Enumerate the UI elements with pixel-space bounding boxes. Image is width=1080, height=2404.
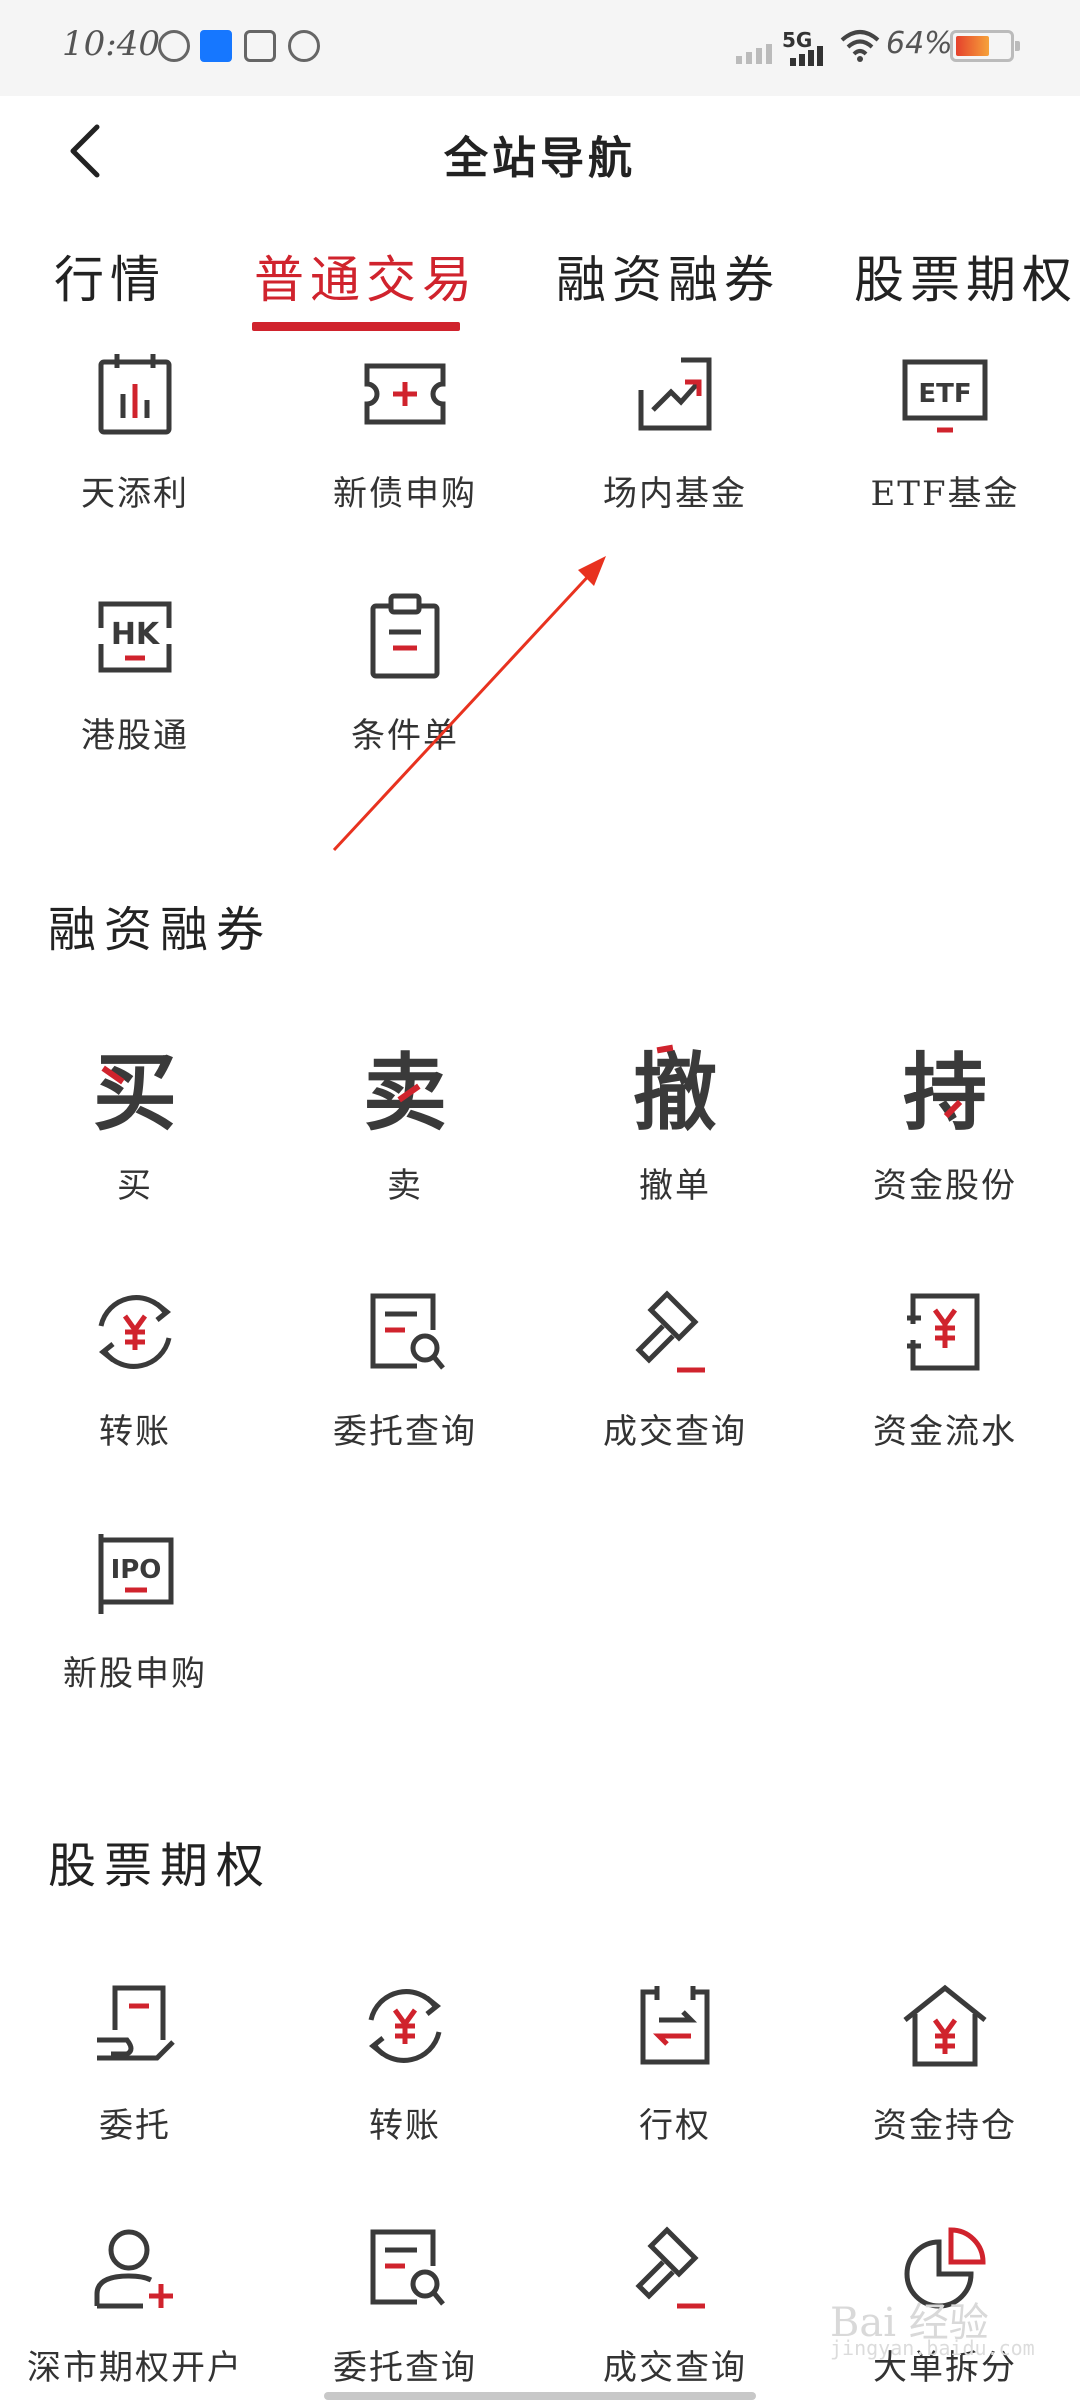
grid-item-label: 场内基金 — [603, 474, 747, 514]
tab-market[interactable]: 行情 — [54, 240, 166, 312]
exchange-doc-icon — [640, 1986, 710, 2065]
hand-doc-icon — [97, 1985, 175, 2061]
battery-icon — [950, 30, 1020, 62]
grid-item-buy[interactable]: 买 买 — [0, 1038, 270, 1207]
page-title: 全站导航 — [444, 133, 636, 184]
grid-item-label: 资金持仓 — [873, 2106, 1017, 2146]
grid-item-options-order-query[interactable]: 委托查询 — [270, 2220, 540, 2389]
grid-item-exchange-fund[interactable]: 场内基金 — [540, 346, 810, 515]
wifi-icon — [840, 30, 880, 62]
grid-item-label: 委托查询 — [333, 2348, 477, 2388]
battery-percent: 64% — [886, 26, 953, 61]
grid-item-label: 买 — [117, 1166, 153, 1206]
tab-bar: 行情 普通交易 融资融券 股票期权 — [0, 230, 1080, 334]
grid-item-sell[interactable]: 卖 卖 — [270, 1038, 540, 1207]
status-time: 10:40 — [62, 24, 160, 64]
grid-item-label: 委托查询 — [333, 1412, 477, 1452]
grid-item-label: ETF基金 — [870, 474, 1020, 514]
grid-item-sz-options-account[interactable]: 深市期权开户 — [0, 2220, 270, 2389]
svg-text:HK: HK — [111, 617, 161, 652]
grid-item-label: 撤单 — [639, 1166, 711, 1206]
active-tab-indicator — [252, 322, 460, 331]
watermark-sub: jingyan.baidu.com — [830, 2336, 1035, 2360]
grid-item-cancel-order[interactable]: 撤 撤单 — [540, 1038, 810, 1207]
svg-text:IPO: IPO — [111, 1555, 162, 1585]
grid-item-new-bond[interactable]: 新债申购 — [270, 346, 540, 515]
svg-text:ETF: ETF — [918, 379, 971, 409]
user-add-icon — [94, 2229, 173, 2309]
gavel-icon — [635, 2226, 705, 2309]
clipboard-icon — [370, 593, 440, 679]
play-icon — [244, 30, 276, 62]
calendar-chart-icon — [98, 354, 172, 435]
grid-item-tiantianli[interactable]: 天添利 — [0, 346, 270, 515]
grid-item-label: 新股申购 — [63, 1654, 207, 1694]
grid-item-label: 委托 — [99, 2106, 171, 2146]
status-bar: 10:40 5G 64% — [0, 0, 1080, 96]
grid-item-hk-connect[interactable]: HK 港股通 — [0, 588, 270, 757]
grid-item-etf-fund[interactable]: ETF ETF基金 — [810, 346, 1080, 515]
doc-search-icon — [370, 1293, 445, 1370]
grid-item-options-deal-query[interactable]: 成交查询 — [540, 2220, 810, 2389]
grid-item-label: 天添利 — [81, 474, 189, 514]
tab-normal-trade[interactable]: 普通交易 — [254, 240, 478, 312]
yen-ledger-icon — [907, 1293, 980, 1371]
section-title-options: 股票期权 — [48, 1838, 273, 1894]
grid-item-order-query[interactable]: 委托查询 — [270, 1284, 540, 1453]
grid-item-label: 转账 — [369, 2106, 441, 2146]
grid-item-label: 卖 — [387, 1166, 423, 1206]
5g-signal-icon — [790, 46, 823, 66]
grid-item-fund-flow[interactable]: 资金流水 — [810, 1284, 1080, 1453]
ticket-plus-icon — [364, 363, 446, 425]
grid-item-label: 资金股份 — [873, 1166, 1017, 1206]
trend-up-icon — [638, 357, 712, 431]
grid-item-fund-shares[interactable]: 持 资金股份 — [810, 1038, 1080, 1207]
grid-item-label: 港股通 — [81, 716, 189, 756]
sell-glyph-icon: 卖 — [362, 1043, 447, 1142]
gavel-icon — [635, 1290, 705, 1373]
yen-transfer-icon — [98, 1295, 172, 1369]
grid-item-label: 行权 — [639, 2106, 711, 2146]
yen-transfer-icon — [368, 1989, 442, 2063]
buy-glyph-icon: 买 — [92, 1043, 177, 1142]
k-icon — [158, 30, 190, 62]
cancel-glyph-icon: 撤 — [632, 1043, 717, 1142]
leaf-icon — [288, 30, 320, 62]
hold-glyph-icon: 持 — [902, 1043, 987, 1142]
grid-item-label: 条件单 — [351, 716, 459, 756]
grid-item-label: 成交查询 — [603, 1412, 747, 1452]
grid-item-label: 深市期权开户 — [27, 2348, 243, 2388]
grid-item-ipo[interactable]: IPO 新股申购 — [0, 1526, 270, 1695]
grid-item-deal-query[interactable]: 成交查询 — [540, 1284, 810, 1453]
grid-item-label: 转账 — [99, 1412, 171, 1452]
grid-item-label: 资金流水 — [873, 1412, 1017, 1452]
hk-icon: HK — [98, 601, 172, 673]
grid-item-exercise[interactable]: 行权 — [540, 1978, 810, 2147]
tab-stock-options[interactable]: 股票期权 — [854, 240, 1078, 312]
signal-icon — [736, 44, 772, 64]
header: 全站导航 — [0, 96, 1080, 208]
section-title-margin: 融资融券 — [48, 902, 273, 958]
alipay-icon — [200, 30, 232, 62]
grid-item-options-transfer[interactable]: 转账 — [270, 1978, 540, 2147]
ipo-icon: IPO — [98, 1534, 174, 1614]
home-indicator[interactable] — [324, 2392, 756, 2400]
grid-item-conditional-order[interactable]: 条件单 — [270, 588, 540, 757]
etf-icon: ETF — [902, 359, 988, 433]
grid-item-label: 新债申购 — [333, 474, 477, 514]
tab-margin-trade[interactable]: 融资融券 — [556, 240, 780, 312]
grid-item-transfer[interactable]: 转账 — [0, 1284, 270, 1453]
yen-house-icon — [903, 1984, 987, 2067]
grid-item-fund-position[interactable]: 资金持仓 — [810, 1978, 1080, 2147]
grid-item-entrust[interactable]: 委托 — [0, 1978, 270, 2147]
grid-item-label: 成交查询 — [603, 2348, 747, 2388]
doc-search-icon — [370, 2229, 445, 2306]
